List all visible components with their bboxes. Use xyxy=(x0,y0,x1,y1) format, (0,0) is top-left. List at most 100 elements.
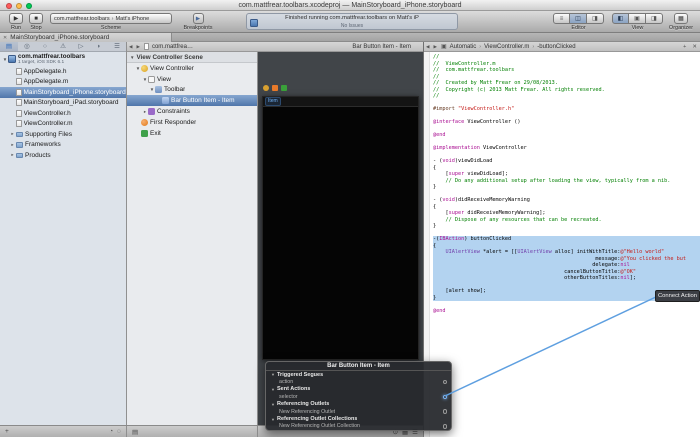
close-assistant-button[interactable]: ✕ xyxy=(692,44,697,50)
file-row[interactable]: ▸Supporting Files xyxy=(0,129,126,140)
scheme-device: Matt's iPhone xyxy=(116,16,150,22)
zoom-window-button[interactable] xyxy=(26,3,32,9)
connection-circle[interactable] xyxy=(443,380,448,385)
exit-dock-icon[interactable] xyxy=(281,85,287,91)
close-window-button[interactable] xyxy=(6,3,12,9)
file-row[interactable]: AppDelegate.m xyxy=(0,77,126,88)
toggle-utilities-button[interactable]: ◨ xyxy=(646,13,663,24)
outline-row[interactable]: Exit xyxy=(127,128,257,139)
jump-file-segment[interactable]: ViewController.m xyxy=(484,44,529,50)
view-controller-dock-icon[interactable] xyxy=(263,85,269,91)
jump-automatic-segment[interactable]: Automatic xyxy=(450,44,477,50)
hud-row-referencing-outlets[interactable]: ▼Referencing Outlets xyxy=(266,401,451,408)
outline-row[interactable]: ▼View Controller xyxy=(127,63,257,74)
issue-navigator-icon[interactable]: ⚠ xyxy=(54,42,72,51)
filter-icon[interactable]: ◌ xyxy=(117,428,121,435)
organizer-button[interactable]: ▦ xyxy=(674,13,688,24)
editor-forward-icon[interactable]: ▶ xyxy=(433,44,436,50)
jump-symbol-segment[interactable]: -buttonClicked xyxy=(537,44,575,50)
hud-row-triggered-segues[interactable]: ▼Triggered Segues xyxy=(266,371,451,378)
hud-row-new-referencing-outlet[interactable]: New Referencing Outlet xyxy=(266,408,451,415)
outline-row[interactable]: ▸Constraints xyxy=(127,106,257,117)
folder-icon xyxy=(16,132,23,138)
scene-header[interactable]: ▼ View Controller Scene xyxy=(127,52,257,63)
breakpoint-icon: ▶ xyxy=(196,16,200,22)
outline-row[interactable]: ▼View xyxy=(127,74,257,85)
add-assistant-button[interactable]: + xyxy=(683,44,686,50)
organizer-icon: ▦ xyxy=(678,15,684,22)
hud-row-referencing-outlet-collections[interactable]: ▼Referencing Outlet Collections xyxy=(266,415,451,422)
toggle-debug-area-button[interactable]: ▣ xyxy=(629,13,646,24)
breakpoint-navigator-icon[interactable]: ◗ xyxy=(90,42,108,51)
symbol-navigator-icon[interactable]: ◎ xyxy=(18,42,36,51)
chevron-icon: › xyxy=(532,44,534,50)
standard-editor-button[interactable]: ≡ xyxy=(553,13,570,24)
outline-row[interactable]: First Responder xyxy=(127,117,257,128)
project-navigator-icon[interactable]: ▤ xyxy=(0,42,18,51)
forward-icon[interactable]: ▶ xyxy=(136,44,139,50)
disclosure-icon[interactable]: ▼ xyxy=(130,55,134,60)
toolbar-icon xyxy=(155,86,162,93)
debug-navigator-icon[interactable]: ▷ xyxy=(72,42,90,51)
editor-back-icon[interactable]: ◀ xyxy=(426,44,429,50)
scene-toolbar[interactable]: Item xyxy=(263,97,418,107)
code-area[interactable]: //// ViewController.m// com.mattfrear.to… xyxy=(433,54,700,437)
close-tab-icon[interactable]: ✕ xyxy=(3,35,7,41)
connection-circle[interactable] xyxy=(443,424,448,429)
hud-row-action[interactable]: action xyxy=(266,378,451,385)
tab-mainstoryboard-iphone[interactable]: ✕ MainStoryboard_iPhone.storyboard xyxy=(0,33,172,42)
outline-row[interactable]: ▼Toolbar xyxy=(127,85,257,96)
related-files-icon[interactable]: ▣ xyxy=(441,43,447,50)
jump-selected-item-segment[interactable]: Bar Button Item - Item xyxy=(352,44,411,50)
hud-row-sent-actions[interactable]: ▼Sent Actions xyxy=(266,386,451,393)
connections-hud: Bar Button Item - Item ▼Triggered Segues… xyxy=(265,361,452,431)
project-row[interactable]: ▼ com.mattfrear.toolbars 1 target, iOS S… xyxy=(0,52,126,66)
standard-editor-icon: ≡ xyxy=(560,16,564,22)
connection-circle[interactable] xyxy=(443,409,448,414)
bar-button-item[interactable]: Item xyxy=(265,97,281,106)
outline-label: View xyxy=(157,76,171,83)
hud-row-new-referencing-outlet-collection[interactable]: New Referencing Outlet Collection xyxy=(266,423,451,430)
disclosure-icon[interactable]: ▸ xyxy=(9,142,16,148)
minimize-window-button[interactable] xyxy=(16,3,22,9)
outline-toggle-button[interactable]: ▤ xyxy=(132,428,138,436)
code-line[interactable]: // Do any additional setup after loading… xyxy=(433,178,700,185)
disclosure-icon[interactable]: ▸ xyxy=(9,131,16,137)
version-editor-button[interactable]: ◨ xyxy=(587,13,604,24)
scheme-selector[interactable]: com.mattfrear.toolbars › Matt's iPhone xyxy=(50,13,172,24)
add-file-button[interactable]: + xyxy=(5,428,9,435)
breakpoints-toggle[interactable]: ▶ xyxy=(193,13,204,24)
connection-circle[interactable] xyxy=(443,395,448,400)
scene-dock xyxy=(263,85,287,91)
jump-project-segment[interactable]: com.mattfrea… xyxy=(152,44,193,50)
back-icon[interactable]: ◀ xyxy=(129,44,132,50)
log-navigator-icon[interactable]: ☰ xyxy=(108,42,126,51)
hud-row-selector[interactable]: selector xyxy=(266,393,451,400)
file-row[interactable]: ViewController.m xyxy=(0,119,126,130)
file-row[interactable]: ViewController.h xyxy=(0,108,126,119)
toggle-navigator-button[interactable]: ◧ xyxy=(612,13,629,24)
file-row[interactable]: MainStoryboard_iPad.storyboard xyxy=(0,98,126,109)
file-row[interactable]: AppDelegate.h xyxy=(0,66,126,77)
code-line[interactable]: @end xyxy=(433,308,700,315)
find-navigator-icon[interactable]: ○ xyxy=(36,42,54,51)
view-controller-scene[interactable]: Item xyxy=(262,96,419,360)
outline-label: Constraints xyxy=(157,108,190,115)
disclosure-icon[interactable]: ▸ xyxy=(9,152,16,158)
stop-button[interactable]: ■ xyxy=(29,13,43,24)
file-row[interactable]: ▸Products xyxy=(0,150,126,161)
assistant-editor-button[interactable]: ◫ xyxy=(570,13,587,24)
debug-view-icon: ▣ xyxy=(634,15,640,22)
hud-rows: ▼Triggered Seguesaction▼Sent Actionssele… xyxy=(266,371,451,430)
project-detail: 1 target, iOS SDK 6.1 xyxy=(18,60,85,66)
file-row[interactable]: MainStoryboard_iPhone.storyboard xyxy=(0,87,126,98)
file-row[interactable]: ▸Frameworks xyxy=(0,140,126,151)
breakpoints-label: Breakpoints xyxy=(183,25,212,31)
scene-header-label: View Controller Scene xyxy=(136,54,202,61)
run-button[interactable]: ▶ xyxy=(9,13,23,24)
view-label: View xyxy=(632,25,644,31)
file-name: AppDelegate.h xyxy=(24,68,67,75)
first-responder-dock-icon[interactable] xyxy=(272,85,278,91)
outline-row[interactable]: Bar Button Item - Item xyxy=(127,95,257,106)
recent-files-filter-icon[interactable]: ◔ xyxy=(109,428,113,435)
